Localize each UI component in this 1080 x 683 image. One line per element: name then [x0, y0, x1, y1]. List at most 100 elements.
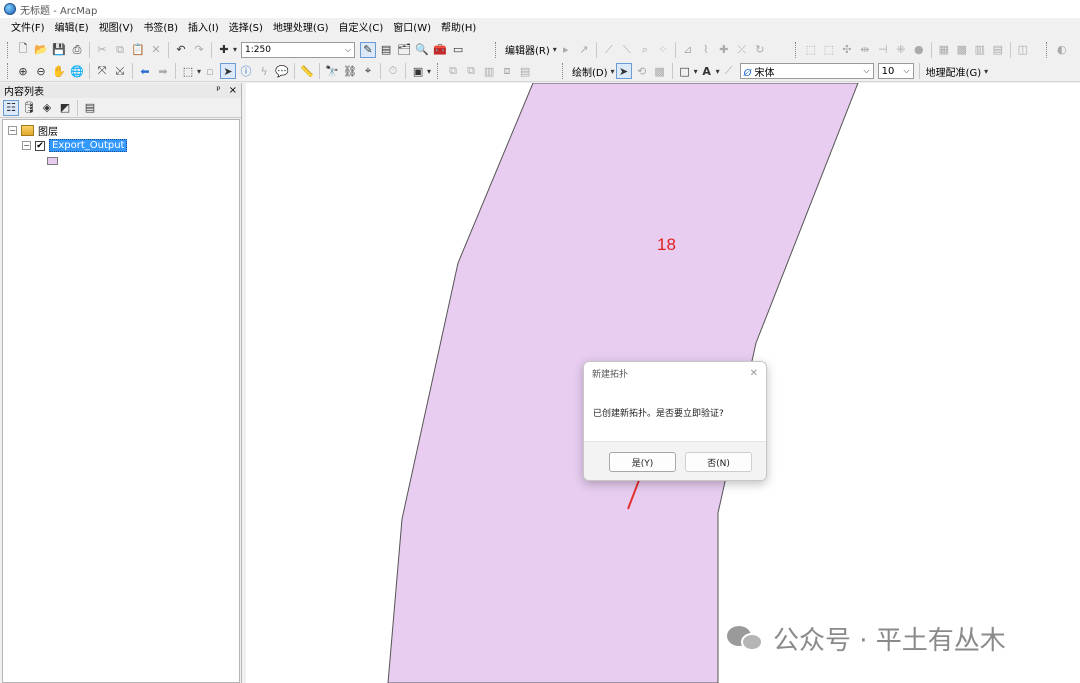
identify-icon[interactable]: ⓘ: [238, 63, 254, 79]
list-by-visibility-icon[interactable]: ◈: [39, 100, 55, 116]
menu-help[interactable]: 帮助(H): [436, 19, 481, 38]
layout-tool-1-icon[interactable]: ⧉: [445, 63, 461, 79]
layer-name[interactable]: Export_Output: [49, 139, 128, 152]
toc-options-icon[interactable]: ▤: [82, 100, 98, 116]
delete-icon[interactable]: ✕: [148, 42, 164, 58]
redo-icon[interactable]: ↷: [191, 42, 207, 58]
table-of-contents-icon[interactable]: ▤: [378, 42, 394, 58]
georeferencing-menu[interactable]: 地理配准(G): [923, 64, 985, 79]
text-dropdown-icon[interactable]: ▾: [716, 67, 720, 76]
menu-view[interactable]: 视图(V): [94, 19, 139, 38]
rotate-icon[interactable]: ↻: [752, 42, 768, 58]
rectangle-icon[interactable]: □: [677, 63, 693, 79]
viewer-dropdown-icon[interactable]: ▾: [427, 67, 431, 76]
menu-geoprocessing[interactable]: 地理处理(G): [268, 19, 334, 38]
arctoolbox-icon[interactable]: 🧰: [432, 42, 448, 58]
fixed-zoom-out-icon[interactable]: ⤩: [112, 63, 128, 79]
new-document-icon[interactable]: 🗋: [15, 42, 31, 58]
editor-menu[interactable]: 编辑器(R): [502, 42, 553, 57]
yes-button[interactable]: 是(Y): [609, 452, 676, 472]
save-icon[interactable]: 💾: [51, 42, 67, 58]
clear-selection-icon[interactable]: ▫: [202, 63, 218, 79]
tree-row-symbol[interactable]: [47, 153, 58, 168]
find-binoculars-icon[interactable]: 🔭: [324, 63, 340, 79]
close-icon[interactable]: ×: [229, 85, 237, 96]
print-icon[interactable]: ⎙: [69, 42, 85, 58]
add-data-icon[interactable]: ✚: [216, 42, 232, 58]
topology-grid-icon[interactable]: ▤: [990, 42, 1006, 58]
cut-polygon-icon[interactable]: ✚: [716, 42, 732, 58]
layer-visibility-checkbox[interactable]: ✔: [35, 140, 45, 151]
toolbar-grip[interactable]: [495, 41, 499, 58]
end-point-arc-icon[interactable]: ⟍: [619, 42, 635, 58]
paste-icon[interactable]: 📋: [130, 42, 146, 58]
layout-tool-3-icon[interactable]: ▥: [481, 63, 497, 79]
cut-icon[interactable]: ✂: [94, 42, 110, 58]
select-elements-arrow-icon[interactable]: ➤: [220, 63, 237, 79]
measure-icon[interactable]: 📏: [299, 63, 315, 79]
topology-select-icon[interactable]: ⬚: [803, 42, 819, 58]
editor-dropdown-icon[interactable]: ▾: [553, 45, 557, 54]
topology-table-icon[interactable]: ▥: [972, 42, 988, 58]
hyperlink-icon[interactable]: ϟ: [256, 63, 272, 79]
select-features-icon[interactable]: ⬚: [180, 63, 196, 79]
edit-annotation-icon[interactable]: ↗: [576, 42, 592, 58]
tree-row-export-output[interactable]: − ✔ Export_Output: [22, 138, 128, 153]
pin-icon[interactable]: ᵖ: [216, 85, 220, 96]
menu-customize[interactable]: 自定义(C): [334, 19, 389, 38]
edit-tool-icon[interactable]: ▸: [558, 42, 574, 58]
toolbar-grip[interactable]: [794, 41, 799, 58]
open-folder-icon[interactable]: 📂: [33, 42, 49, 58]
map-scale-combo[interactable]: 1:250 ⌵: [241, 41, 356, 58]
list-by-source-icon[interactable]: 🛢: [21, 100, 37, 116]
layout-tool-2-icon[interactable]: ⧉: [463, 63, 479, 79]
point-icon[interactable]: ⁘: [655, 42, 671, 58]
menu-edit[interactable]: 编辑(E): [50, 19, 94, 38]
layout-tool-5-icon[interactable]: ▤: [517, 63, 533, 79]
copy-icon[interactable]: ⧉: [112, 42, 128, 58]
split-icon[interactable]: ⤫: [734, 42, 750, 58]
tree-row-layers[interactable]: − 图层: [8, 123, 58, 138]
draw-select-arrow-icon[interactable]: ➤: [615, 63, 632, 79]
edit-vertices-draw-icon[interactable]: ⟋: [721, 63, 737, 79]
full-extent-globe-icon[interactable]: 🌐: [69, 63, 85, 79]
rotate-element-icon[interactable]: ⟲: [634, 63, 650, 79]
create-viewer-window-icon[interactable]: ▣: [410, 63, 426, 79]
reshape-icon[interactable]: ⌇: [698, 42, 714, 58]
topology-rules-icon[interactable]: ▩: [954, 42, 970, 58]
trace-icon[interactable]: ⌕: [637, 42, 653, 58]
menu-insert[interactable]: 插入(I): [183, 19, 224, 38]
undo-icon[interactable]: ↶: [173, 42, 189, 58]
toolbar-grip[interactable]: [7, 63, 11, 79]
topology-align-icon[interactable]: ⇹: [857, 42, 873, 58]
menu-windows[interactable]: 窗口(W): [388, 19, 436, 38]
back-arrow-icon[interactable]: ⬅: [137, 63, 153, 79]
forward-arrow-icon[interactable]: ➡: [155, 63, 171, 79]
straight-segment-icon[interactable]: ⟋: [601, 42, 617, 58]
font-size-combo[interactable]: 10 ⌵: [877, 63, 914, 79]
menu-file[interactable]: 文件(F): [6, 19, 50, 38]
menu-bookmarks[interactable]: 书签(B): [138, 19, 183, 38]
topology-validate-icon[interactable]: ⁜: [893, 42, 909, 58]
data-frame-label[interactable]: 图层: [38, 123, 58, 138]
overflow-icon[interactable]: ◐: [1054, 42, 1070, 58]
draw-dropdown-icon[interactable]: ▾: [611, 67, 615, 76]
no-button[interactable]: 否(N): [685, 452, 752, 472]
go-to-xy-icon[interactable]: ⌖: [360, 63, 376, 79]
list-by-selection-icon[interactable]: ◩: [57, 100, 73, 116]
fixed-zoom-in-icon[interactable]: ⤧: [94, 63, 110, 79]
select-features-dropdown-icon[interactable]: ▾: [197, 67, 201, 76]
topology-fix-icon[interactable]: ●: [911, 42, 927, 58]
error-inspector-icon[interactable]: ▦: [936, 42, 952, 58]
html-popup-icon[interactable]: 💬: [274, 63, 290, 79]
time-slider-icon[interactable]: ⏱: [385, 63, 401, 79]
topology-split-icon[interactable]: ⊣: [875, 42, 891, 58]
find-route-icon[interactable]: ⛓: [342, 63, 358, 79]
text-tool-icon[interactable]: A: [699, 63, 715, 79]
toolbar-grip[interactable]: [437, 63, 441, 79]
edit-vertices-icon[interactable]: ⊿: [680, 42, 696, 58]
rectangle-dropdown-icon[interactable]: ▾: [694, 67, 698, 76]
font-name-combo[interactable]: Ø 宋体 ⌵: [739, 63, 874, 79]
toolbar-grip[interactable]: [7, 41, 11, 58]
close-icon[interactable]: ✕: [750, 368, 758, 379]
